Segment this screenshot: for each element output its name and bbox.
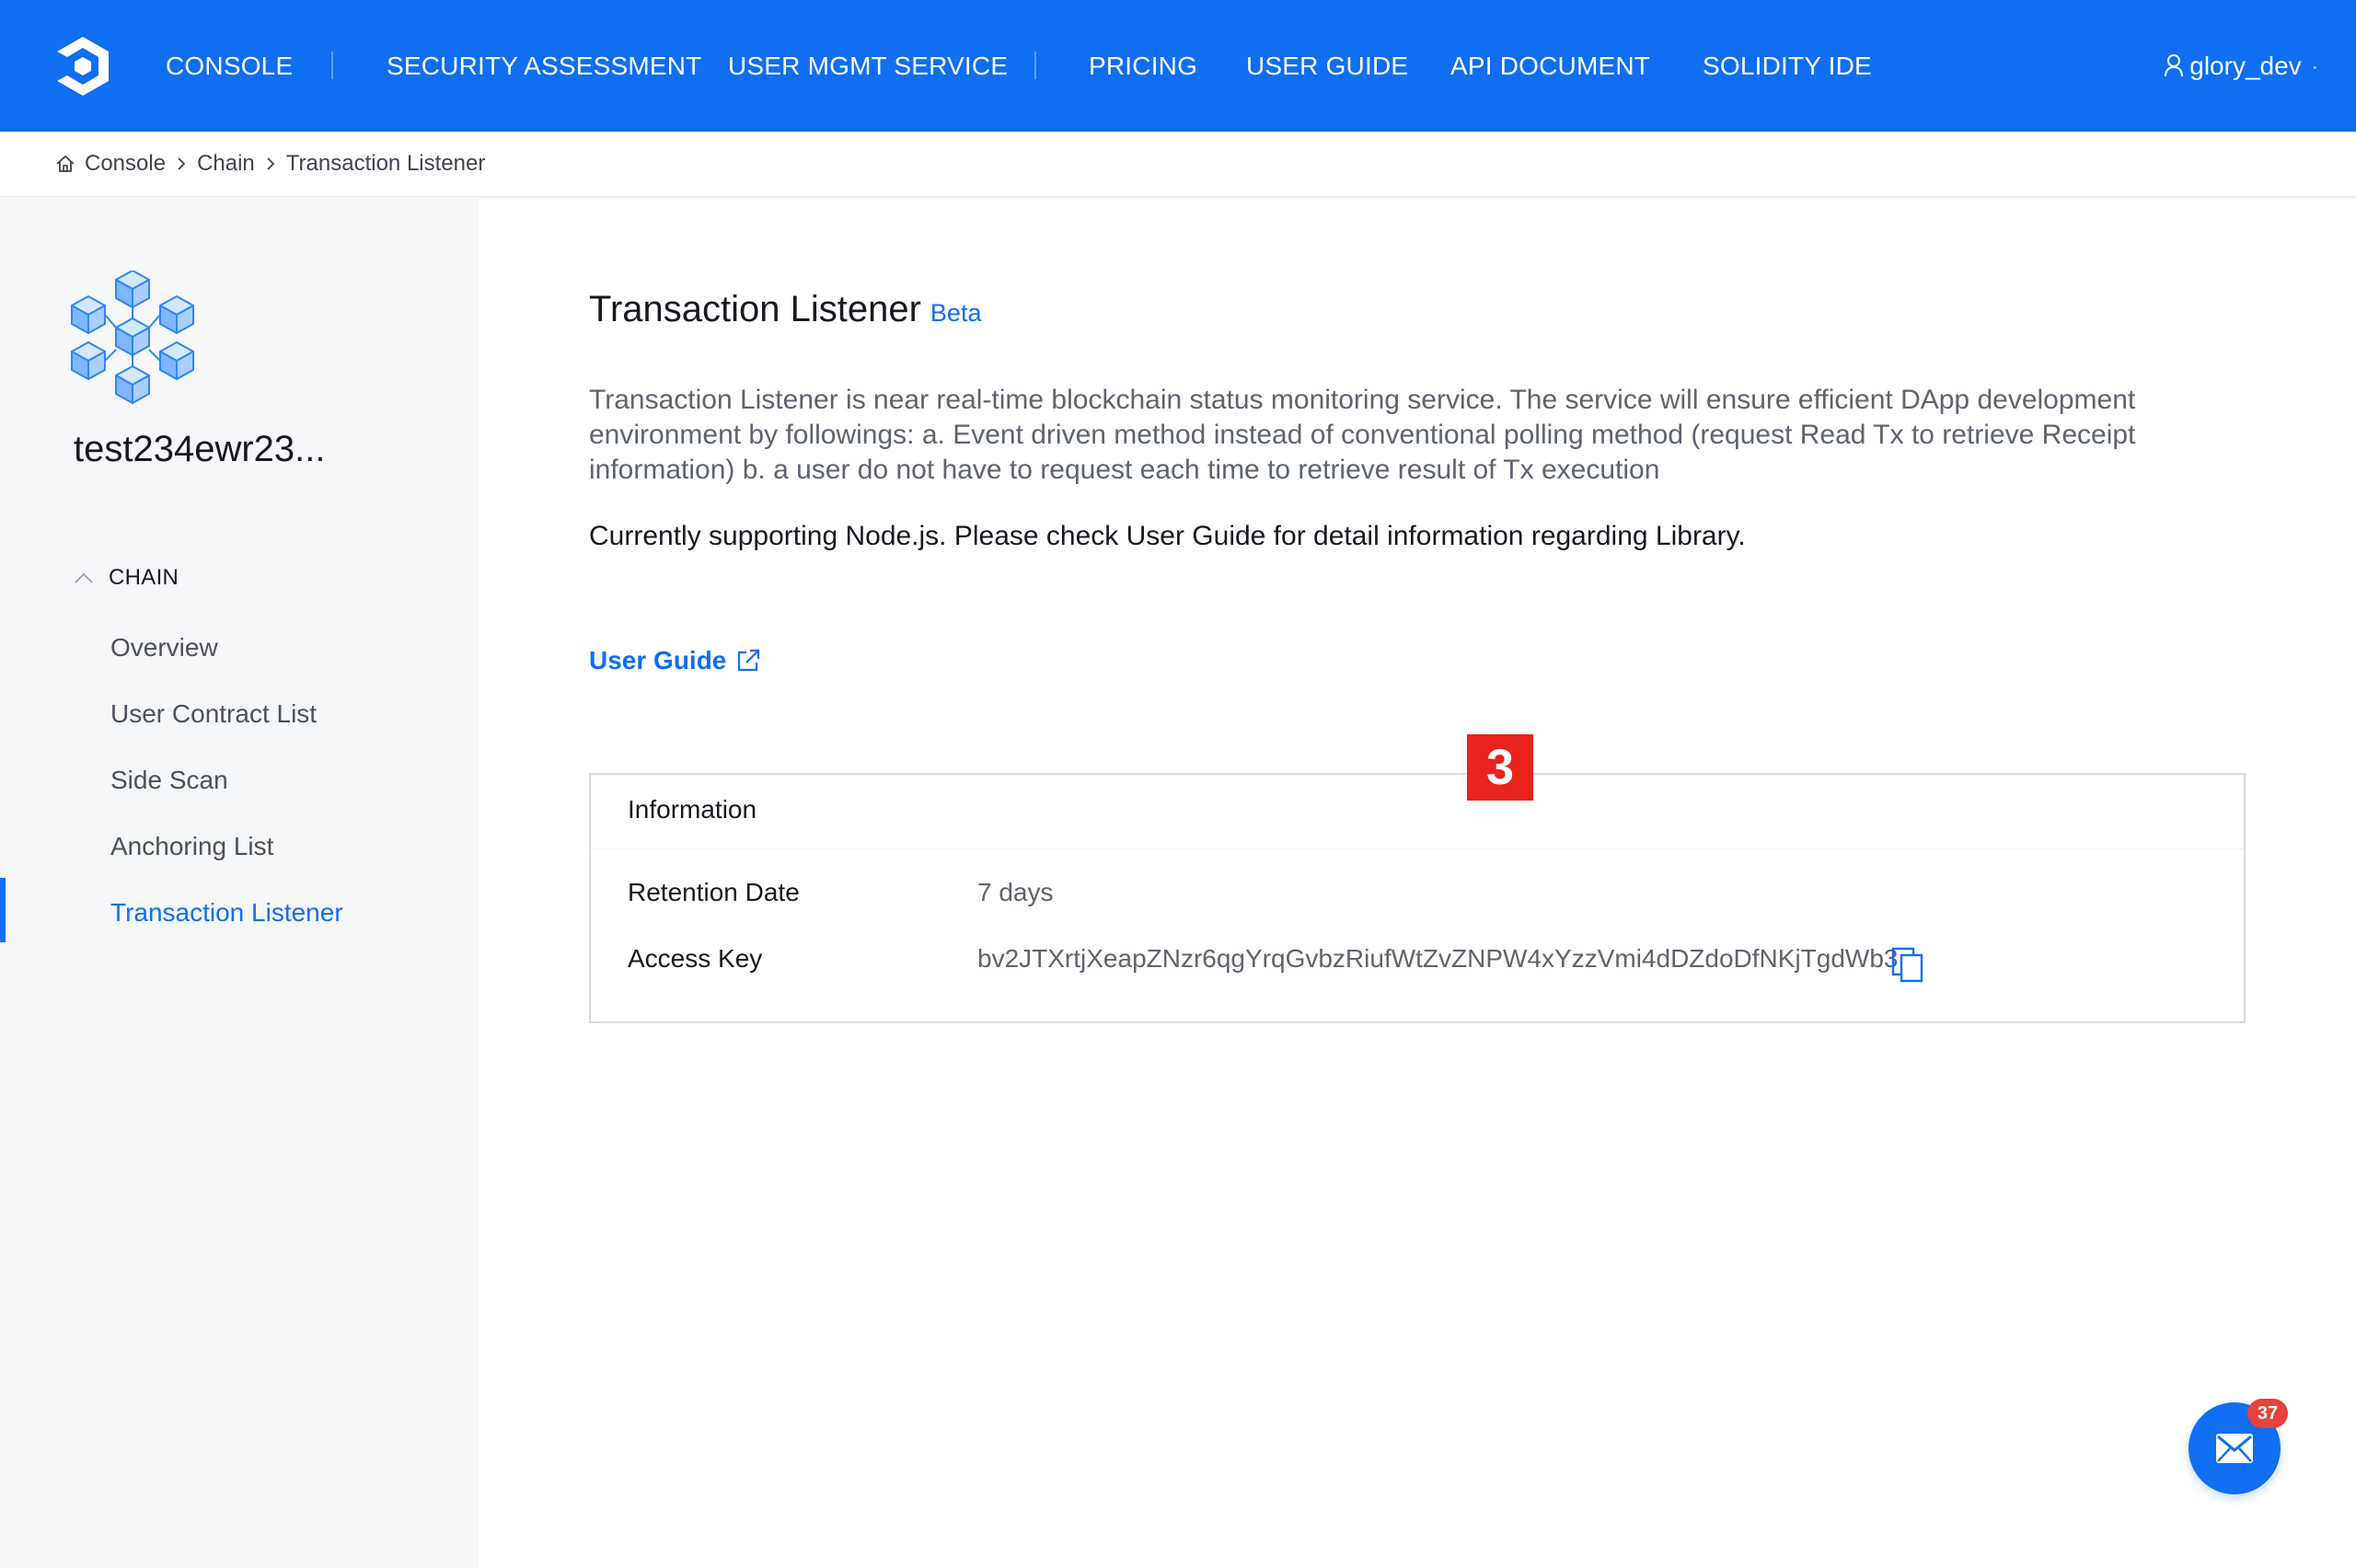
access-key-label: Access Key	[628, 944, 763, 973]
nav-security-assessment[interactable]: SECURITY ASSESSMENT	[387, 0, 701, 132]
user-guide-link-label: User Guide	[589, 646, 727, 674]
user-icon	[2165, 53, 2184, 76]
information-card: Information Retention Date 7 days Access…	[589, 773, 2246, 1023]
page-title: Transaction Listener Beta	[589, 289, 981, 330]
sidebar-item-overview[interactable]: Overview	[110, 633, 218, 663]
user-menu-dot: ·	[2310, 52, 2319, 80]
home-icon[interactable]	[55, 155, 75, 173]
user-menu[interactable]: glory_dev ·	[2164, 0, 2319, 132]
sidebar-section-chain[interactable]: CHAIN	[74, 565, 179, 591]
nav-pricing[interactable]: PRICING	[1089, 0, 1197, 132]
nav-user-mgmt-service[interactable]: USER MGMT SERVICE	[728, 0, 1008, 132]
top-nav-bar: CONSOLE SECURITY ASSESSMENT USER MGMT SE…	[0, 0, 2356, 132]
project-name: test234ewr23...	[74, 429, 326, 469]
nav-api-document[interactable]: API DOCUMENT	[1450, 0, 1650, 132]
breadcrumb-chain[interactable]: Chain	[197, 151, 255, 177]
nav-solidity-ide[interactable]: SOLIDITY IDE	[1703, 0, 1872, 132]
page-title-text: Transaction Listener	[589, 289, 921, 329]
sidebar-item-user-contract-list[interactable]: User Contract List	[110, 699, 317, 729]
brand-logo-icon[interactable]	[52, 35, 114, 98]
chevron-up-icon	[75, 572, 93, 583]
beta-badge: Beta	[930, 299, 982, 327]
breadcrumb: Console Chain Transaction Listener	[0, 132, 2356, 198]
retention-date-value: 7 days	[977, 878, 1054, 906]
sidebar-section-label: CHAIN	[109, 565, 179, 590]
unread-count-badge: 37	[2247, 1399, 2288, 1428]
annotation-marker: 3	[1467, 734, 1533, 801]
sidebar-item-side-scan[interactable]: Side Scan	[110, 766, 228, 795]
chevron-right-icon	[266, 156, 275, 171]
service-description: Transaction Listener is near real-time b…	[589, 385, 2136, 485]
sidebar: test234ewr23... CHAIN Overview User Cont…	[0, 197, 479, 1568]
external-link-icon	[738, 649, 760, 672]
information-heading: Information	[628, 795, 757, 824]
sidebar-item-transaction-listener[interactable]: Transaction Listener	[110, 898, 343, 928]
nav-console[interactable]: CONSOLE	[166, 0, 293, 132]
active-indicator	[0, 878, 6, 942]
support-note: Currently supporting Node.js. Please che…	[589, 521, 1746, 551]
user-guide-link[interactable]: User Guide	[589, 646, 761, 675]
blockchain-cubes-icon	[71, 271, 194, 404]
breadcrumb-transaction-listener: Transaction Listener	[285, 151, 486, 176]
information-card-header: Information	[591, 775, 2244, 849]
breadcrumb-console[interactable]: Console	[85, 151, 166, 177]
copy-icon[interactable]	[1890, 946, 1927, 983]
retention-date-label: Retention Date	[628, 878, 800, 906]
nav-divider	[1034, 52, 1036, 79]
main-content: Transaction Listener Beta Transaction Lis…	[479, 197, 2356, 1568]
sidebar-item-anchoring-list[interactable]: Anchoring List	[110, 832, 273, 861]
nav-divider	[331, 52, 333, 79]
nav-user-guide[interactable]: USER GUIDE	[1246, 0, 1408, 132]
username: glory_dev	[2189, 52, 2302, 80]
access-key-value: bv2JTXrtjXeapZNzr6qgYrqGvbzRiufWtZvZNPW4…	[977, 944, 1899, 973]
chevron-right-icon	[177, 156, 186, 171]
mail-icon	[2216, 1434, 2253, 1463]
